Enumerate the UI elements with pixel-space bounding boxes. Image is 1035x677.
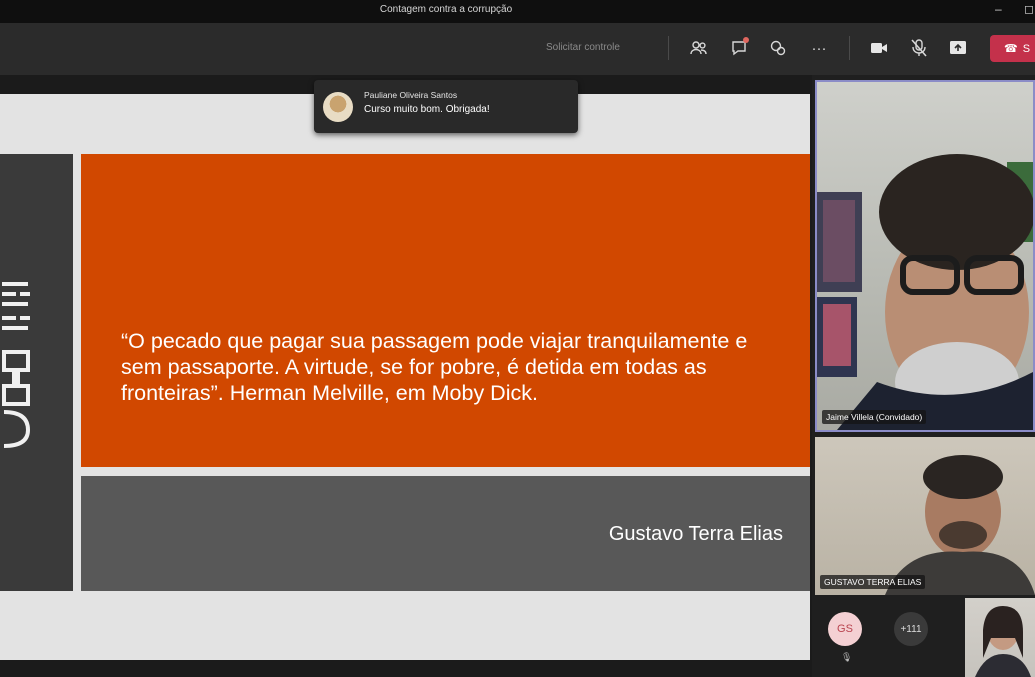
participant-video-tile[interactable] [965, 598, 1035, 677]
notification-dot [743, 37, 749, 43]
toolbar-divider [668, 36, 669, 60]
toolbar-divider [849, 36, 850, 60]
maximize-icon[interactable]: ◻ [1024, 2, 1034, 16]
microphone-muted-icon[interactable] [908, 37, 930, 59]
slide-author: Gustavo Terra Elias [608, 523, 783, 545]
slide-logo-icon [0, 282, 32, 452]
shared-screen: “O pecado que pagar sua passagem pode vi… [0, 75, 812, 677]
leave-button-label: S [1022, 42, 1031, 55]
meeting-toolbar: Solicitar controle ··· ☎ S [0, 23, 1035, 75]
phone-hangup-icon: ☎ [1004, 43, 1018, 55]
more-options-icon[interactable]: ··· [808, 37, 830, 59]
request-control-button[interactable]: Solicitar controle [546, 42, 620, 53]
reactions-icon[interactable] [767, 37, 789, 59]
share-screen-icon[interactable] [947, 37, 969, 59]
presentation-slide: “O pecado que pagar sua passagem pode vi… [0, 94, 810, 660]
minimize-icon[interactable]: – [995, 2, 1002, 16]
participant-name-tag: Jaime Villela (Convidado) [822, 410, 927, 424]
avatar[interactable]: GS [828, 612, 862, 646]
participants-icon[interactable] [688, 37, 710, 59]
slide-author-box: Gustavo Terra Elias [81, 476, 810, 591]
microphone-muted-icon: 🎙 [841, 652, 853, 662]
chat-icon[interactable] [728, 37, 750, 59]
participant-video-tile[interactable]: GUSTAVO TERRA ELIAS [815, 437, 1035, 595]
slide-quote-box: “O pecado que pagar sua passagem pode vi… [81, 154, 810, 467]
slide-side-panel [0, 154, 73, 591]
overflow-participants-button[interactable]: +111 [894, 612, 928, 646]
camera-icon[interactable] [868, 37, 890, 59]
participant-name-tag: GUSTAVO TERRA ELIAS [820, 575, 926, 589]
notification-message: Curso muito bom. Obrigada! [364, 104, 490, 115]
window-title: Contagem contra a corrupção [379, 4, 513, 15]
participant-video-tile[interactable]: Jaime Villela (Convidado) [815, 80, 1035, 432]
notification-sender: Pauliane Oliveira Santos [364, 90, 458, 100]
slide-quote: “O pecado que pagar sua passagem pode vi… [121, 329, 748, 405]
participant-video-feed [885, 455, 1035, 595]
leave-button[interactable]: ☎ S [990, 35, 1035, 62]
chat-notification[interactable]: Pauliane Oliveira Santos Curso muito bom… [314, 80, 578, 133]
title-bar: Contagem contra a corrupção – ◻ [0, 0, 1035, 23]
participant-video-feed [817, 154, 1033, 430]
avatar [323, 92, 353, 122]
participant-video-feed [975, 606, 1031, 677]
